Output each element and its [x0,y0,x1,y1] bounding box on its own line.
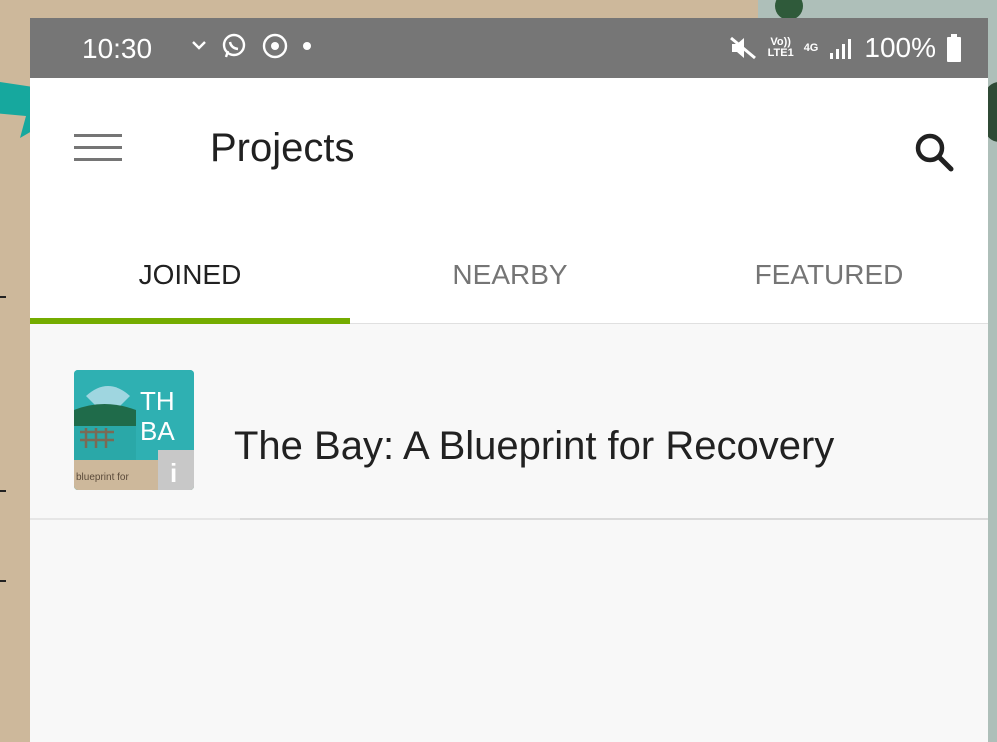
decorative-tick [0,490,6,492]
tab-featured[interactable]: FEATURED [670,226,988,323]
page-title: Projects [210,126,355,170]
hamburger-icon [74,134,122,161]
project-list-item[interactable]: TH BA blueprint for i The Bay: A Bluepri… [30,352,988,520]
search-icon [915,133,954,172]
tab-joined[interactable]: JOINED [30,226,350,323]
project-logo-image: TH BA blueprint for i [74,370,194,490]
thumbnail-text-line2: BA [140,416,175,446]
network-type: 4G [803,41,819,54]
thumbnail-caption: blueprint for [76,472,129,483]
tab-bar: JOINED NEARBY FEATURED [30,226,988,324]
status-time: 10:30 [82,33,153,64]
info-icon: i [170,458,177,488]
project-name: The Bay: A Blueprint for Recovery [234,424,835,468]
battery-icon [947,34,961,62]
arrow-down-icon [192,41,206,50]
thumbnail-text-line1: TH [140,386,175,416]
phone-screen: 10:30 Vo)) LTE1 4G 100% Projects JOINED … [30,18,988,742]
decorative-tick [0,580,6,582]
whatsapp-icon [222,33,246,58]
battery-percent: 100% [864,32,936,63]
volte-badge: Vo)) LTE1 [767,36,794,59]
app-bar: Projects [30,78,988,226]
status-bar: 10:30 Vo)) LTE1 4G 100% [30,18,988,78]
tab-nearby[interactable]: NEARBY [350,226,670,323]
active-tab-indicator [30,318,350,324]
chrome-icon [262,33,288,59]
decorative-tick [0,296,6,298]
dot-icon [303,42,311,50]
signal-icon [830,39,852,59]
system-icons: Vo)) LTE1 4G 100% [728,32,962,64]
menu-button[interactable] [70,128,126,168]
list-divider [30,518,240,520]
mute-icon [729,36,756,60]
project-thumbnail: TH BA blueprint for i [74,370,194,490]
notification-icons [192,32,312,60]
search-button[interactable] [912,130,956,174]
